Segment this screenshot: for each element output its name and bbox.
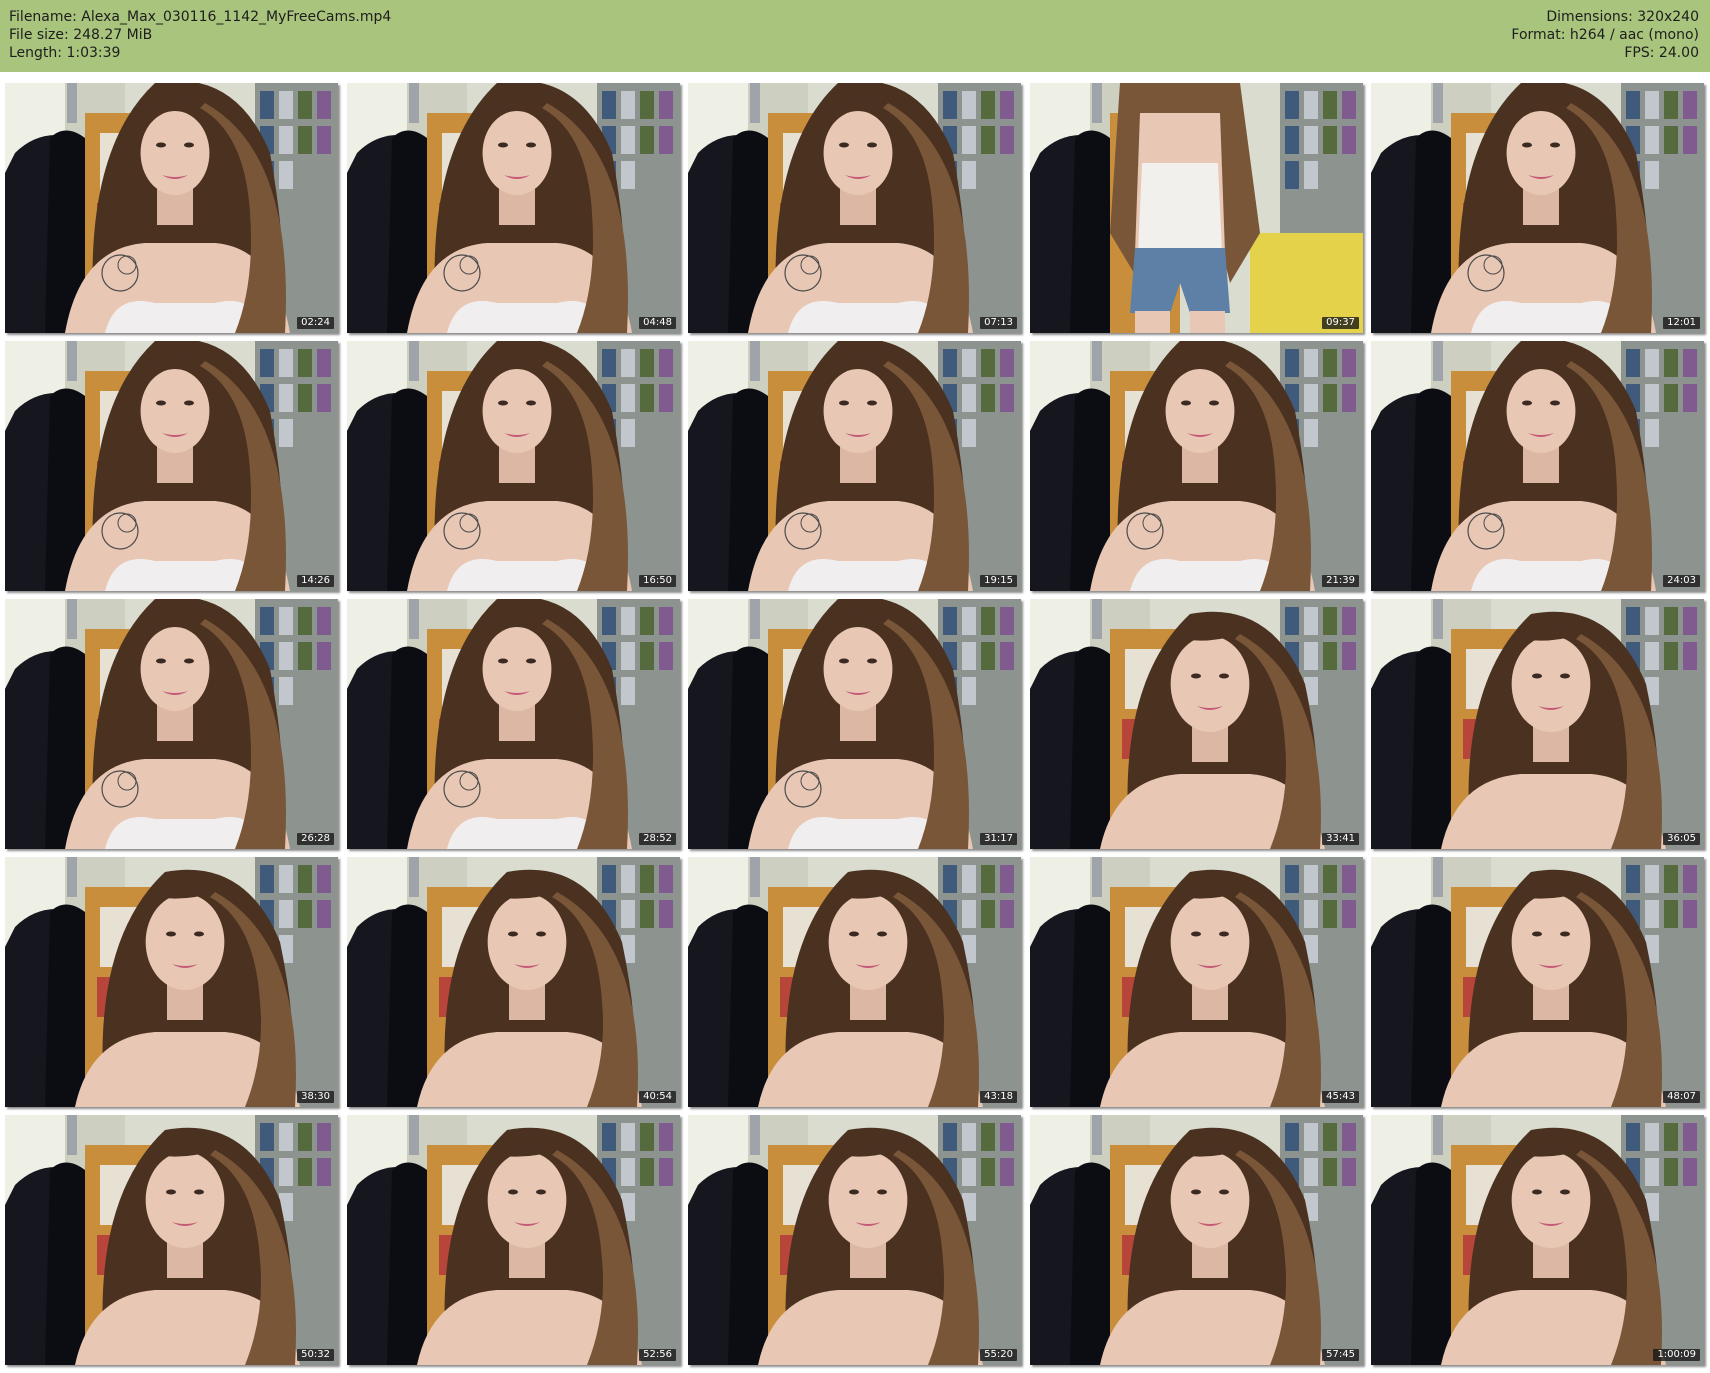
thumbnail[interactable]: 04:48	[347, 83, 680, 333]
thumbnail[interactable]: 33:41	[1030, 599, 1363, 849]
video-frame-image	[688, 857, 1021, 1107]
video-frame-image	[5, 599, 338, 849]
timestamp-label: 31:17	[980, 833, 1017, 845]
timestamp-label: 52:56	[639, 1349, 676, 1361]
video-frame-image	[5, 83, 338, 333]
video-frame-image	[688, 599, 1021, 849]
timestamp-label: 14:26	[297, 575, 334, 587]
thumbnail[interactable]: 38:30	[5, 857, 338, 1107]
thumbnail[interactable]: 21:39	[1030, 341, 1363, 591]
thumbnail[interactable]: 57:45	[1030, 1115, 1363, 1365]
timestamp-label: 07:13	[980, 317, 1017, 329]
video-frame-image	[1371, 1115, 1704, 1365]
thumbnail[interactable]: 12:01	[1371, 83, 1704, 333]
timestamp-label: 36:05	[1663, 833, 1700, 845]
thumbnail[interactable]: 52:56	[347, 1115, 680, 1365]
timestamp-label: 12:01	[1663, 317, 1700, 329]
thumbnail[interactable]: 50:32	[5, 1115, 338, 1365]
thumbnail[interactable]: 48:07	[1371, 857, 1704, 1107]
timestamp-label: 45:43	[1322, 1091, 1359, 1103]
timestamp-label: 19:15	[980, 575, 1017, 587]
timestamp-label: 21:39	[1322, 575, 1359, 587]
thumbnail[interactable]: 07:13	[688, 83, 1021, 333]
video-frame-image	[347, 1115, 680, 1365]
thumbnail[interactable]: 02:24	[5, 83, 338, 333]
video-frame-image	[1030, 1115, 1363, 1365]
video-frame-image	[688, 341, 1021, 591]
video-frame-image	[688, 83, 1021, 333]
timestamp-label: 43:18	[980, 1091, 1017, 1103]
thumbnail-grid: 02:24 04:48 07:13 09:37 12:01 14:26 16:50 19:15…	[0, 0, 1710, 1373]
video-frame-image	[347, 83, 680, 333]
timestamp-label: 57:45	[1322, 1349, 1359, 1361]
timestamp-label: 1:00:09	[1653, 1349, 1700, 1361]
timestamp-label: 40:54	[639, 1091, 676, 1103]
thumbnail[interactable]: 55:20	[688, 1115, 1021, 1365]
thumbnail[interactable]: 31:17	[688, 599, 1021, 849]
timestamp-label: 26:28	[297, 833, 334, 845]
video-frame-image	[1030, 599, 1363, 849]
video-frame-image	[1030, 857, 1363, 1107]
timestamp-label: 24:03	[1663, 575, 1700, 587]
timestamp-label: 50:32	[297, 1349, 334, 1361]
thumbnail[interactable]: 09:37	[1030, 83, 1363, 333]
thumbnail[interactable]: 26:28	[5, 599, 338, 849]
video-frame-image	[5, 1115, 338, 1365]
video-frame-image	[5, 341, 338, 591]
timestamp-label: 55:20	[980, 1349, 1017, 1361]
timestamp-label: 09:37	[1322, 317, 1359, 329]
timestamp-label: 38:30	[297, 1091, 334, 1103]
timestamp-label: 33:41	[1322, 833, 1359, 845]
thumbnail[interactable]: 1:00:09	[1371, 1115, 1704, 1365]
timestamp-label: 04:48	[639, 317, 676, 329]
thumbnail[interactable]: 36:05	[1371, 599, 1704, 849]
video-frame-image	[1371, 857, 1704, 1107]
video-frame-image	[347, 857, 680, 1107]
video-frame-image	[1371, 599, 1704, 849]
timestamp-label: 48:07	[1663, 1091, 1700, 1103]
timestamp-label: 02:24	[297, 317, 334, 329]
video-frame-image	[1030, 341, 1363, 591]
thumbnail[interactable]: 16:50	[347, 341, 680, 591]
thumbnail[interactable]: 43:18	[688, 857, 1021, 1107]
video-frame-image	[1371, 83, 1704, 333]
video-frame-image	[688, 1115, 1021, 1365]
video-frame-image	[347, 599, 680, 849]
thumbnail[interactable]: 24:03	[1371, 341, 1704, 591]
thumbnail[interactable]: 45:43	[1030, 857, 1363, 1107]
thumbnail[interactable]: 28:52	[347, 599, 680, 849]
timestamp-label: 28:52	[639, 833, 676, 845]
video-frame-image	[347, 341, 680, 591]
video-frame-image	[1030, 83, 1363, 333]
thumbnail[interactable]: 19:15	[688, 341, 1021, 591]
video-frame-image	[5, 857, 338, 1107]
timestamp-label: 16:50	[639, 575, 676, 587]
thumbnail[interactable]: 40:54	[347, 857, 680, 1107]
thumbnail[interactable]: 14:26	[5, 341, 338, 591]
video-frame-image	[1371, 341, 1704, 591]
